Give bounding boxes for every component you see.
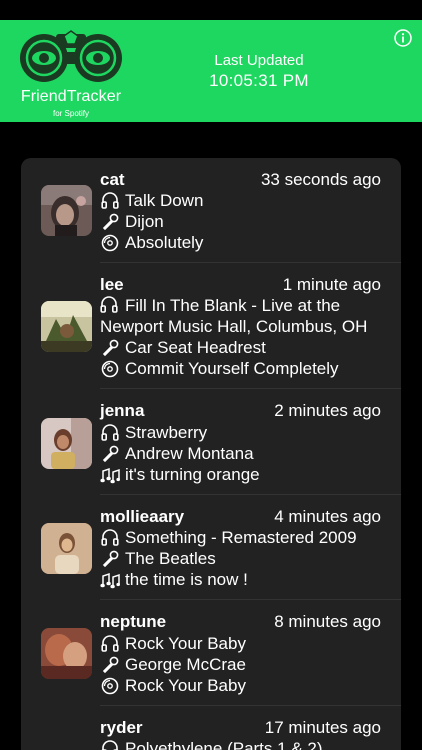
artist-name: Dijon: [125, 212, 164, 231]
artist-line: Andrew Montana: [100, 443, 390, 464]
app-logo: FriendTracker for Spotify: [16, 28, 126, 120]
track-title: Rock Your Baby: [125, 634, 246, 653]
app-screen: FriendTracker for Spotify Last Updated 1…: [0, 0, 422, 750]
artist-line: Dijon: [100, 211, 390, 232]
friend-row[interactable]: jenna 2 minutes ago Strawberry Andrew Mo…: [21, 389, 401, 495]
header-bar: FriendTracker for Spotify Last Updated 1…: [0, 20, 422, 122]
info-icon: [394, 29, 412, 47]
context-name: the time is now !: [125, 570, 248, 589]
artist-name: George McCrae: [125, 655, 246, 674]
track-title: Polyethylene (Parts 1 & 2): [125, 739, 323, 750]
artist-line: The Beatles: [100, 548, 390, 569]
last-updated: Last Updated 10:05:31 PM: [170, 52, 348, 92]
album-icon: [100, 358, 120, 379]
friend-name: ryder: [100, 718, 143, 737]
artist-name: Car Seat Headrest: [125, 338, 266, 357]
friend-row[interactable]: mollieaary 4 minutes ago Something - Rem…: [21, 495, 401, 600]
track-line: Talk Down: [100, 190, 390, 211]
avatar: [41, 301, 92, 352]
headphones-icon: [100, 296, 120, 313]
last-updated-time: 10:05:31 PM: [209, 71, 309, 90]
track-line: Polyethylene (Parts 1 & 2): [100, 738, 390, 750]
friend-name: mollieaary: [100, 507, 185, 526]
friend-activity-list[interactable]: cat 33 seconds ago Talk Down Dijon Absol…: [21, 158, 401, 750]
friend-row[interactable]: lee 1 minute ago Fill In The Blank - Liv…: [21, 263, 401, 389]
activity-time: 8 minutes ago: [274, 612, 381, 631]
microphone-icon: [100, 654, 120, 675]
album-icon: [100, 232, 120, 253]
track-line: Fill In The Blank - Live at the Newport …: [100, 295, 390, 337]
context-name: Commit Yourself Completely: [125, 359, 339, 378]
headphones-icon: [100, 422, 120, 443]
microphone-icon: [100, 548, 120, 569]
context-line: Absolutely: [100, 232, 390, 253]
album-icon: [100, 675, 120, 696]
playlist-icon: [100, 464, 120, 485]
track-line: Strawberry: [100, 422, 390, 443]
context-line: Rock Your Baby: [100, 675, 390, 696]
track-line: Rock Your Baby: [100, 633, 390, 654]
context-name: Absolutely: [125, 233, 204, 252]
track-line: Something - Remastered 2009: [100, 527, 390, 548]
avatar: [41, 628, 92, 679]
app-name: FriendTracker: [20, 88, 122, 105]
friend-row[interactable]: cat 33 seconds ago Talk Down Dijon Absol…: [21, 158, 401, 263]
track-title: Something - Remastered 2009: [125, 528, 357, 547]
artist-name: Andrew Montana: [125, 444, 254, 463]
last-updated-label: Last Updated: [214, 52, 304, 69]
app-subtitle: for Spotify: [52, 109, 89, 118]
friend-name: neptune: [100, 612, 167, 631]
microphone-icon: [100, 211, 120, 232]
context-line: it's turning orange: [100, 464, 390, 485]
activity-time: 2 minutes ago: [274, 401, 381, 420]
headphones-icon: [100, 190, 120, 211]
track-title: Fill In The Blank - Live at the Newport …: [100, 296, 368, 336]
artist-line: Car Seat Headrest: [100, 337, 390, 358]
headphones-icon: [100, 527, 120, 548]
activity-time: 33 seconds ago: [260, 170, 381, 189]
activity-time: 4 minutes ago: [274, 507, 381, 526]
friend-name: jenna: [100, 401, 145, 420]
binoculars-icon: [20, 30, 122, 82]
artist-line: George McCrae: [100, 654, 390, 675]
context-line: the time is now !: [100, 569, 390, 590]
headphones-icon: [100, 633, 120, 654]
avatar: [41, 418, 92, 469]
info-button[interactable]: [394, 29, 412, 47]
activity-time: 17 minutes ago: [264, 718, 381, 737]
friend-row[interactable]: neptune 8 minutes ago Rock Your Baby Geo…: [21, 600, 401, 706]
context-name: Rock Your Baby: [125, 676, 246, 695]
microphone-icon: [100, 337, 120, 358]
friend-name: lee: [100, 275, 124, 294]
friend-row[interactable]: ryder 17 minutes ago Polyethylene (Parts…: [21, 706, 401, 750]
track-title: Strawberry: [125, 423, 208, 442]
playlist-icon: [100, 569, 120, 590]
activity-time: 1 minute ago: [282, 275, 381, 294]
microphone-icon: [100, 443, 120, 464]
track-title: Talk Down: [125, 191, 204, 210]
avatar: [41, 523, 92, 574]
artist-name: The Beatles: [125, 549, 216, 568]
avatar: [41, 185, 92, 236]
context-line: Commit Yourself Completely: [100, 358, 390, 379]
headphones-icon: [100, 738, 120, 750]
friend-name: cat: [100, 170, 125, 189]
context-name: it's turning orange: [125, 465, 260, 484]
